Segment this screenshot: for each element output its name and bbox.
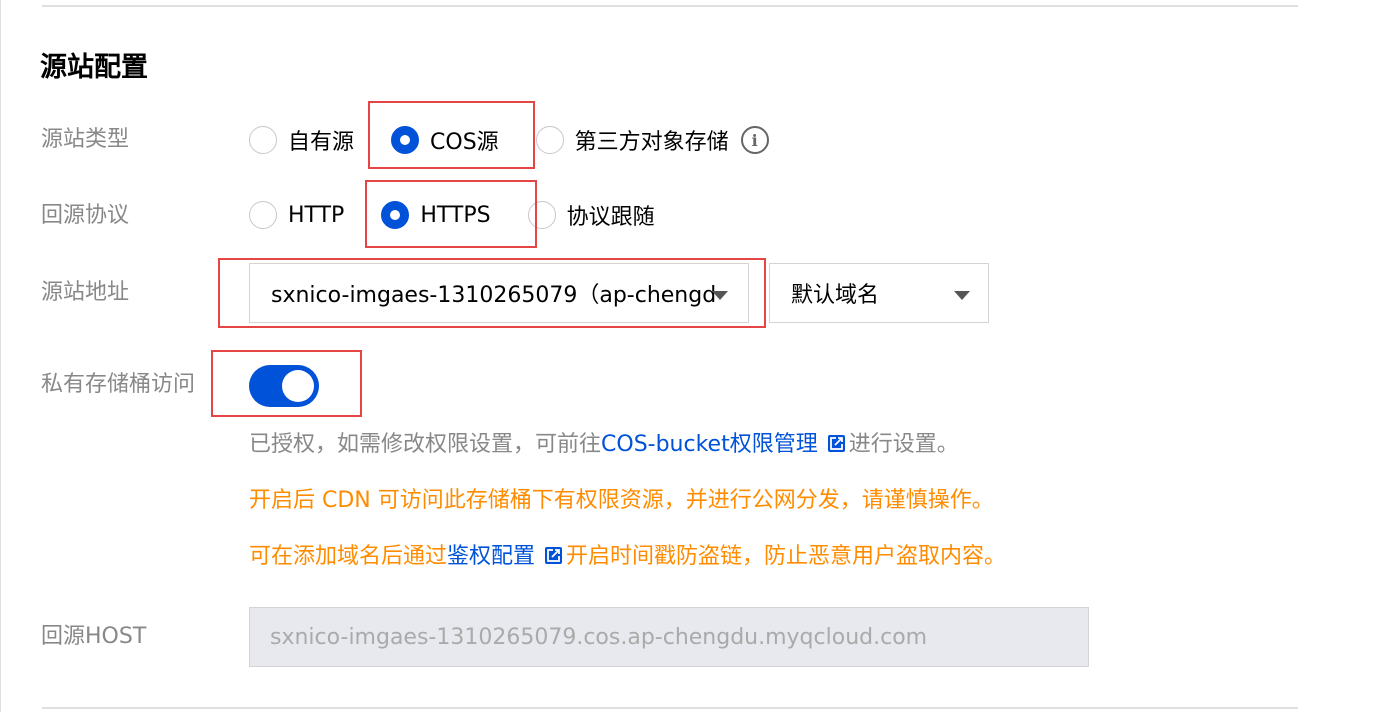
warning-note: 开启后 CDN 可访问此存储桶下有权限资源，并进行公网分发，请谨慎操作。 (249, 488, 994, 513)
protocol-http-radio[interactable]: HTTP (249, 201, 344, 229)
toggle-knob (282, 370, 314, 402)
chevron-down-icon (712, 291, 728, 300)
hint-note-suffix: 开启时间戳防盗链，防止恶意用户盗取内容。 (566, 544, 1007, 569)
external-link-icon[interactable] (545, 547, 563, 564)
protocol-follow-radio[interactable]: 协议跟随 (527, 199, 655, 231)
protocol-https-label: HTTPS (420, 202, 491, 228)
cos-bucket-permission-link[interactable]: COS-bucket权限管理 (601, 432, 818, 457)
private-access-label: 私有存储桶访问 (41, 372, 196, 397)
origin-type-radio-group: 自有源 COS源 第三方对象存储 i (249, 124, 769, 156)
host-input[interactable]: sxnico-imgaes-1310265079.cos.ap-chengdu.… (249, 607, 1089, 667)
protocol-label: 回源协议 (41, 203, 130, 228)
section-title: 源站配置 (40, 52, 148, 83)
origin-address-label: 源站地址 (41, 280, 130, 305)
radio-selected-icon (381, 201, 410, 229)
origin-type-third-party-label: 第三方对象存储 (574, 130, 729, 155)
radio-circle-icon (527, 201, 556, 229)
bucket-select-value: sxnico-imgaes-1310265079（ap-chengd (271, 283, 717, 308)
protocol-https-radio[interactable]: HTTPS (381, 201, 491, 229)
left-border (0, 0, 1, 712)
bucket-select[interactable]: sxnico-imgaes-1310265079（ap-chengd (249, 263, 749, 323)
info-icon[interactable]: i (740, 126, 769, 154)
host-input-value: sxnico-imgaes-1310265079.cos.ap-chengdu.… (270, 624, 928, 650)
host-label: 回源HOST (41, 624, 147, 649)
origin-type-self-label: 自有源 (288, 130, 355, 155)
origin-type-third-party-radio[interactable]: 第三方对象存储 (535, 124, 729, 156)
hint-note: 可在添加域名后通过鉴权配置 开启时间戳防盗链，防止恶意用户盗取内容。 (249, 541, 1006, 573)
domain-select-value: 默认域名 (791, 283, 880, 308)
origin-type-cos-radio[interactable]: COS源 (391, 124, 499, 156)
protocol-http-label: HTTP (288, 202, 345, 228)
authorized-note-prefix: 已授权，如需修改权限设置，可前往 (249, 432, 602, 457)
radio-selected-icon (391, 126, 420, 154)
authorized-note-suffix: 进行设置。 (848, 432, 959, 457)
radio-circle-icon (249, 201, 277, 229)
origin-type-self-radio[interactable]: 自有源 (249, 124, 354, 156)
hint-note-prefix: 可在添加域名后通过 (249, 544, 448, 569)
origin-type-cos-label: COS源 (430, 130, 499, 155)
external-link-icon[interactable] (827, 435, 845, 452)
bottom-divider (42, 707, 1298, 709)
top-divider (42, 5, 1298, 7)
radio-circle-icon (535, 126, 564, 154)
domain-select[interactable]: 默认域名 (769, 263, 989, 323)
auth-config-link[interactable]: 鉴权配置 (447, 544, 535, 569)
protocol-follow-label: 协议跟随 (566, 205, 655, 230)
authorized-note: 已授权，如需修改权限设置，可前往COS-bucket权限管理 进行设置。 (249, 429, 959, 461)
private-access-toggle[interactable] (249, 365, 319, 407)
protocol-radio-group: HTTP HTTPS 协议跟随 (249, 199, 655, 231)
origin-type-label: 源站类型 (41, 127, 130, 152)
radio-circle-icon (249, 126, 277, 154)
chevron-down-icon (954, 291, 970, 300)
